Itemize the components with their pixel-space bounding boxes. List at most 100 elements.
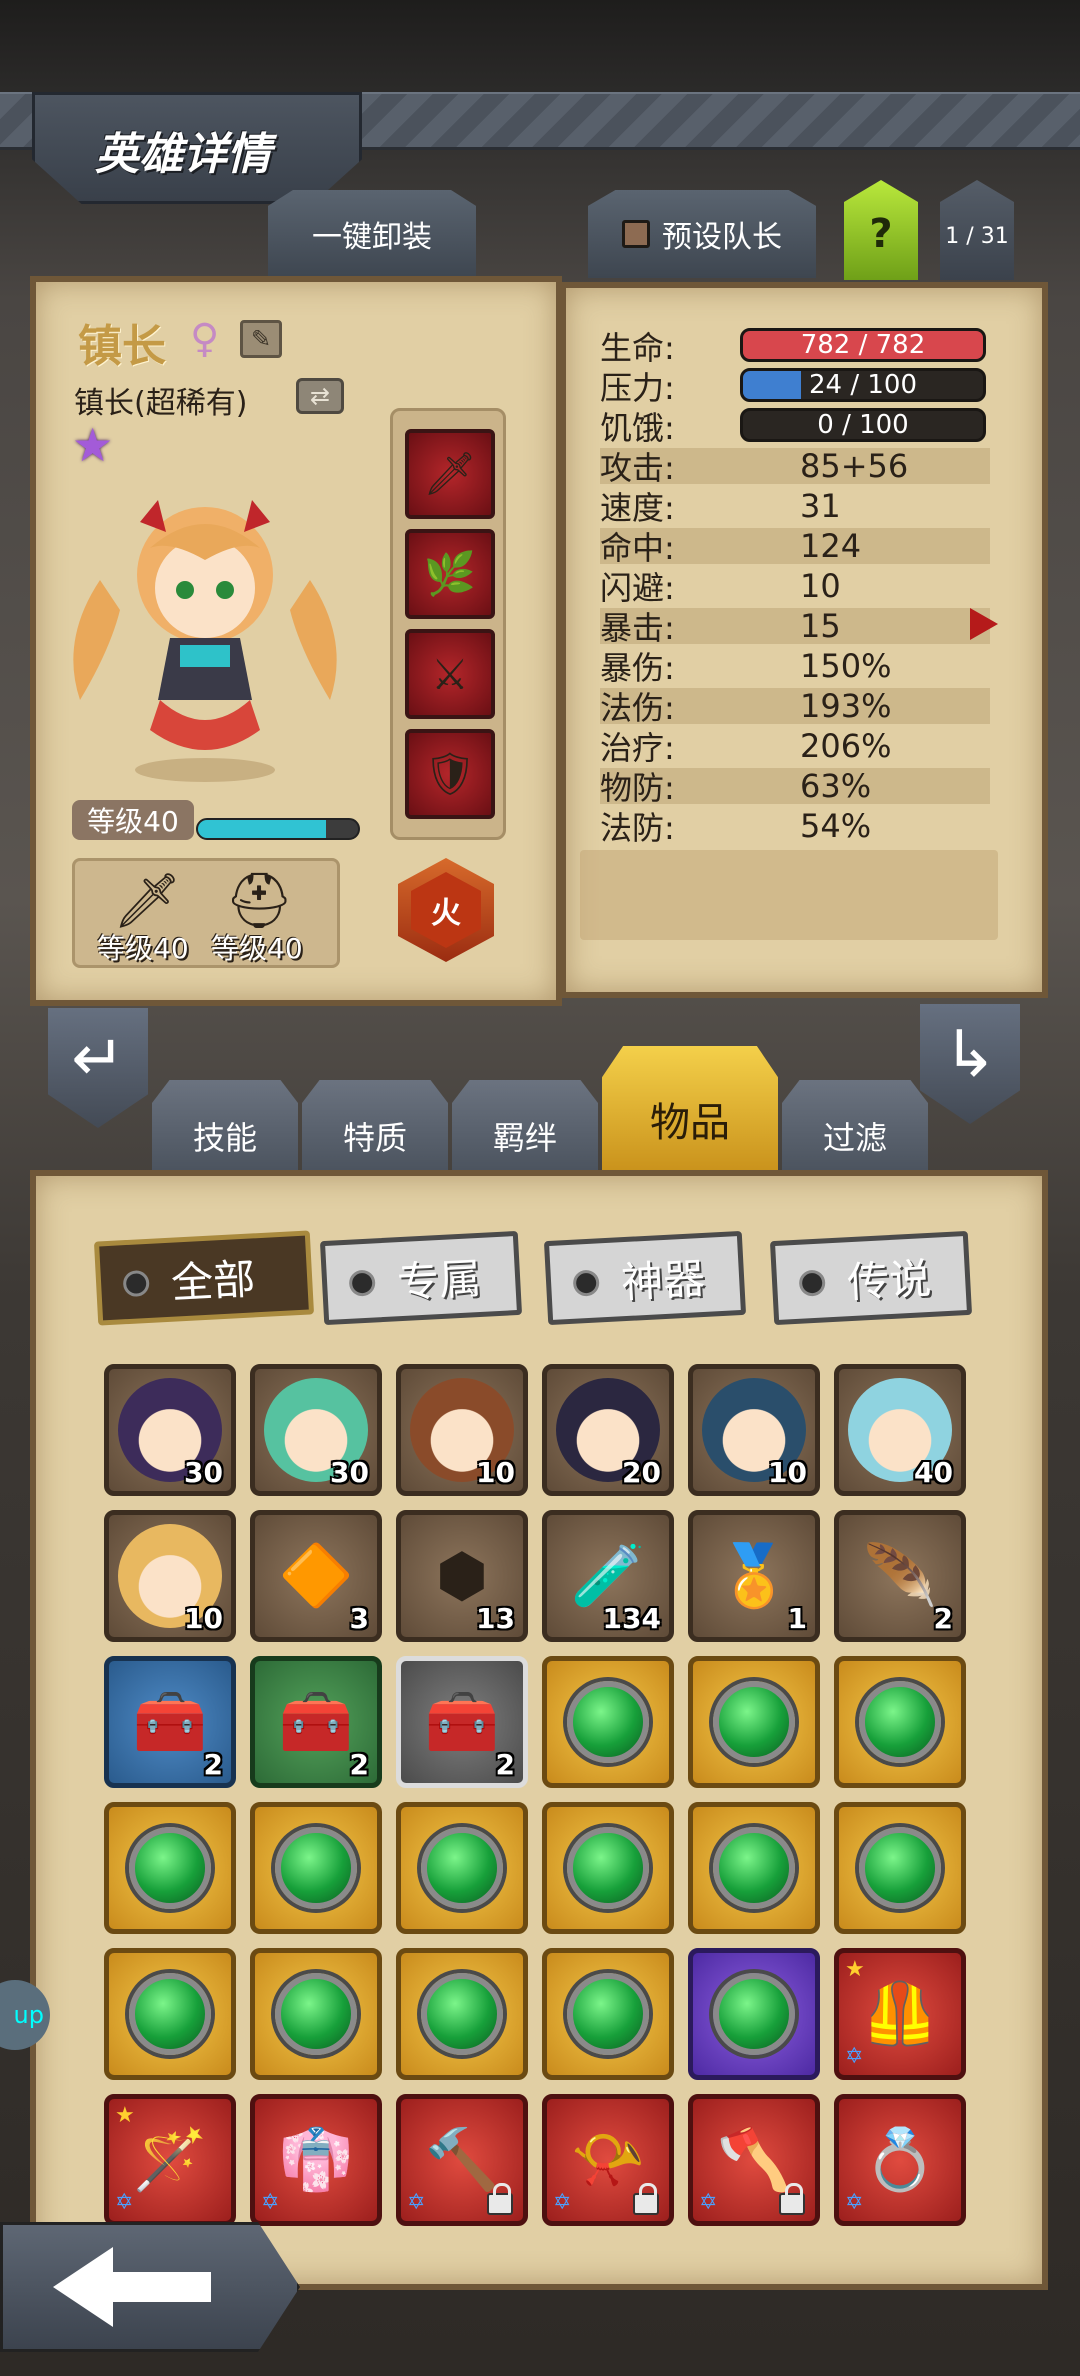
favorite-star-icon: ★ [845,1957,865,1982]
item-slot[interactable]: 🧰 2 [396,1656,528,1788]
chest-icon: 🧰 [132,1687,208,1757]
item-slot[interactable]: 10 [104,1510,236,1642]
enhance-star-icon: ✡ [407,2190,426,2215]
item-slot[interactable]: 📯 ✡ [542,2094,674,2226]
item-slot[interactable] [396,1802,528,1934]
item-slot[interactable]: ⬢ 13 [396,1510,528,1642]
enhance-star-icon: ✡ [115,2190,134,2215]
item-slot[interactable]: 💍 ✡ [834,2094,966,2226]
helmet-icon[interactable]: ⛑ [225,869,294,933]
tab-items[interactable]: 物品 [602,1046,778,1176]
item-slot[interactable] [688,1802,820,1934]
shield-icon[interactable]: 🛡 [405,729,495,819]
green-blade-icon[interactable]: 🌿 [405,529,495,619]
filter-exclusive-button[interactable]: 专属 [319,1230,523,1326]
item-slot[interactable]: 🧰 2 [104,1656,236,1788]
unequip-all-button[interactable]: 一键卸装 [268,190,476,278]
tab-filter[interactable]: 过滤 [782,1080,928,1176]
exp-bar [196,818,360,840]
item-slot[interactable]: 🪶 2 [834,1510,966,1642]
stat-value: 15 [800,607,841,645]
filter-label: 全部 [169,1253,257,1308]
item-slot[interactable]: 🧰 2 [250,1656,382,1788]
item-slot[interactable] [834,1802,966,1934]
element-label: 火 [411,872,481,948]
filter-legendary-button[interactable]: 传说 [769,1230,973,1326]
green-gem-icon [275,1973,357,2055]
more-stats-arrow-icon[interactable] [970,608,998,640]
exp-bar-fill [198,820,326,838]
chest-icon: 🧰 [424,1687,500,1757]
item-slot[interactable] [396,1948,528,2080]
item-slot[interactable] [250,1948,382,2080]
hunger-bar: 0 / 100 [740,408,986,442]
scythe-icon[interactable]: 🗡 [405,429,495,519]
item-slot[interactable]: 🔶 3 [250,1510,382,1642]
filter-label: 专属 [395,1253,483,1307]
enhance-star-icon: ✡ [699,2190,718,2215]
back-arrow-shaft [111,2272,211,2302]
item-slot[interactable] [688,1948,820,2080]
preset-leader-toggle[interactable]: 预设队长 [588,190,816,278]
sword-icon[interactable]: 🗡 [113,869,182,933]
item-slot[interactable]: 🧪 134 [542,1510,674,1642]
hero-name: 镇长 [78,321,166,372]
axe-icon: 🪓 [716,2125,792,2195]
tab-skills[interactable]: 技能 [152,1080,298,1176]
green-gem-icon [859,1827,941,1909]
item-slot[interactable]: 🔨 ✡ [396,2094,528,2226]
item-count: 2 [349,1748,369,1781]
filter-all-button[interactable]: 全部 [93,1230,315,1326]
hero-class: 镇长(超稀有) [74,386,248,421]
item-count: 2 [203,1748,223,1781]
item-slot[interactable]: 10 [396,1364,528,1496]
item-slot[interactable]: 20 [542,1364,674,1496]
item-slot[interactable]: 30 [104,1364,236,1496]
stat-row-healing: 治疗: 206% [600,727,990,767]
item-slot[interactable] [542,1802,674,1934]
item-slot[interactable]: 40 [834,1364,966,1496]
robe-icon: 👘 [278,2125,354,2195]
stat-value: 10 [800,567,841,605]
filter-artifact-button[interactable]: 神器 [543,1230,747,1326]
item-slot[interactable] [104,1948,236,2080]
tab-bonds[interactable]: 羁绊 [452,1080,598,1176]
stat-value: 206% [800,727,892,765]
filter-dot-icon [122,1269,150,1298]
item-slot[interactable] [104,1802,236,1934]
item-count: 40 [914,1456,953,1489]
item-slot[interactable]: 🪓 ✡ [688,2094,820,2226]
item-slot[interactable] [688,1656,820,1788]
teal-rune-icon: ⬢ [435,1541,489,1611]
item-slot[interactable] [542,1948,674,2080]
feather-icon: 🪶 [862,1541,938,1611]
item-count: 1 [787,1602,807,1635]
item-slot[interactable] [250,1802,382,1934]
preset-leader-checkbox[interactable] [622,220,650,248]
stat-row-crit: 暴击: 15 [600,607,990,647]
item-slot[interactable]: 🪄 ✡ ★ [104,2094,236,2226]
tab-traits[interactable]: 特质 [302,1080,448,1176]
sword-icon[interactable]: ⚔ [405,629,495,719]
class-swap-icon[interactable]: ⇄ [296,378,344,414]
green-gem-icon [129,1973,211,2055]
item-slot[interactable]: 30 [250,1364,382,1496]
green-gem-icon [713,1827,795,1909]
horn-icon: 📯 [570,2125,646,2195]
lock-icon [779,2183,805,2215]
item-slot[interactable]: 🏅 1 [688,1510,820,1642]
filter-dot-icon [348,1269,376,1297]
item-slot[interactable]: 🦺 ✡ ★ [834,1948,966,2080]
item-slot[interactable] [542,1656,674,1788]
back-button[interactable] [0,2222,300,2352]
rarity-star-icon: ★ [72,418,114,472]
green-gem-icon [129,1827,211,1909]
lock-icon [487,2183,513,2215]
item-slot[interactable]: 👘 ✡ [250,2094,382,2226]
item-slot[interactable] [834,1656,966,1788]
item-slot[interactable]: 10 [688,1364,820,1496]
rename-edit-icon[interactable]: ✎ [240,320,282,358]
green-gem-icon [713,1973,795,2055]
item-count: 10 [184,1602,223,1635]
stat-row-crit-damage: 暴伤: 150% [600,647,990,687]
